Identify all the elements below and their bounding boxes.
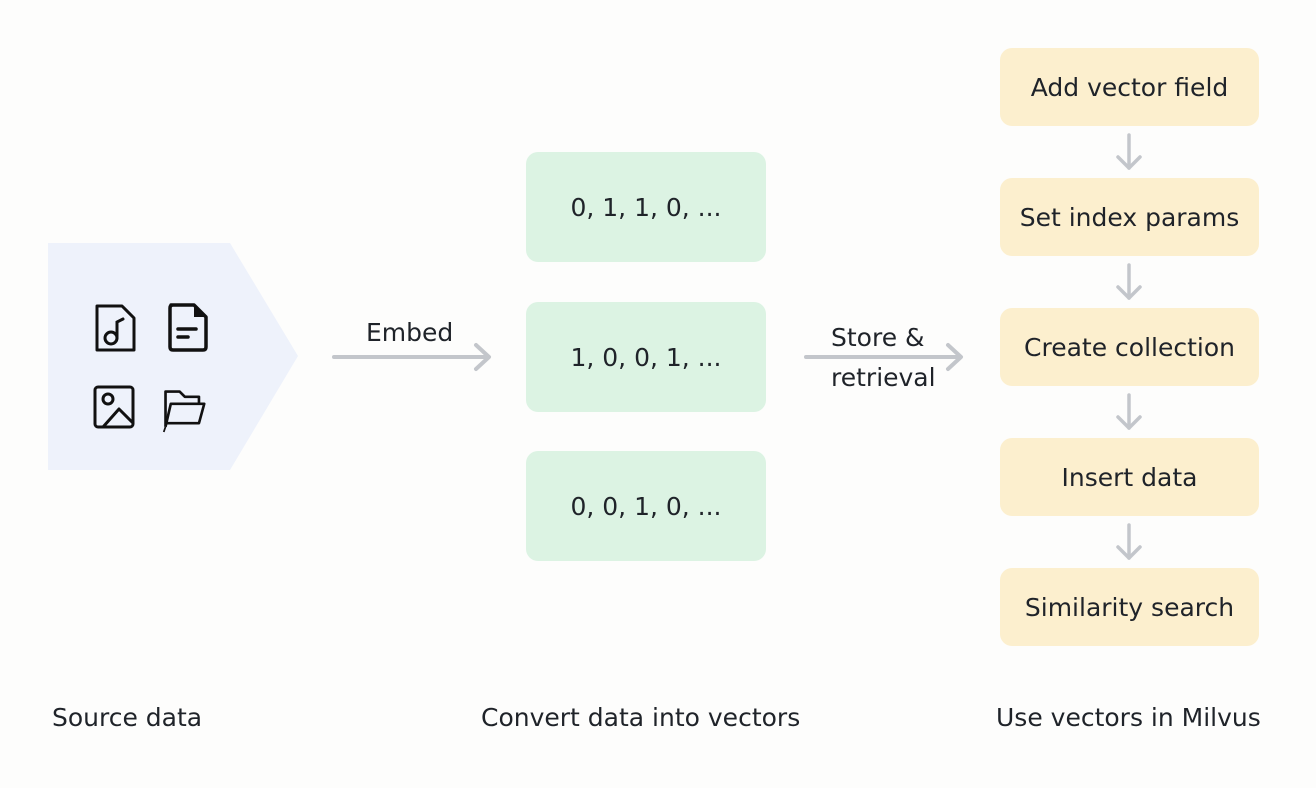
vector-box: 0, 0, 1, 0, ...: [526, 451, 766, 561]
source-data-shape: [48, 243, 298, 470]
audio-file-icon: [94, 303, 138, 353]
milvus-caption: Use vectors in Milvus: [996, 703, 1261, 732]
vector-box: 1, 0, 0, 1, ...: [526, 302, 766, 412]
down-arrow-icon: [1116, 523, 1142, 560]
convert-vectors-caption: Convert data into vectors: [481, 703, 801, 732]
vector-box: 0, 1, 1, 0, ...: [526, 152, 766, 262]
source-data-background: [48, 243, 298, 470]
source-data-caption: Source data: [52, 703, 203, 732]
step-add-vector-field: Add vector field: [1000, 48, 1259, 126]
image-file-icon: [92, 383, 136, 433]
embed-arrow: [332, 343, 491, 371]
down-arrow-icon: [1116, 133, 1142, 170]
down-arrow-icon: [1116, 263, 1142, 300]
retrieval-label: retrieval: [831, 363, 936, 392]
document-file-icon: [166, 303, 210, 353]
step-set-index-params: Set index params: [1000, 178, 1259, 256]
step-similarity-search: Similarity search: [1000, 568, 1259, 646]
down-arrow-icon: [1116, 393, 1142, 430]
step-create-collection: Create collection: [1000, 308, 1259, 386]
step-insert-data: Insert data: [1000, 438, 1259, 516]
folder-open-icon: [162, 385, 206, 435]
